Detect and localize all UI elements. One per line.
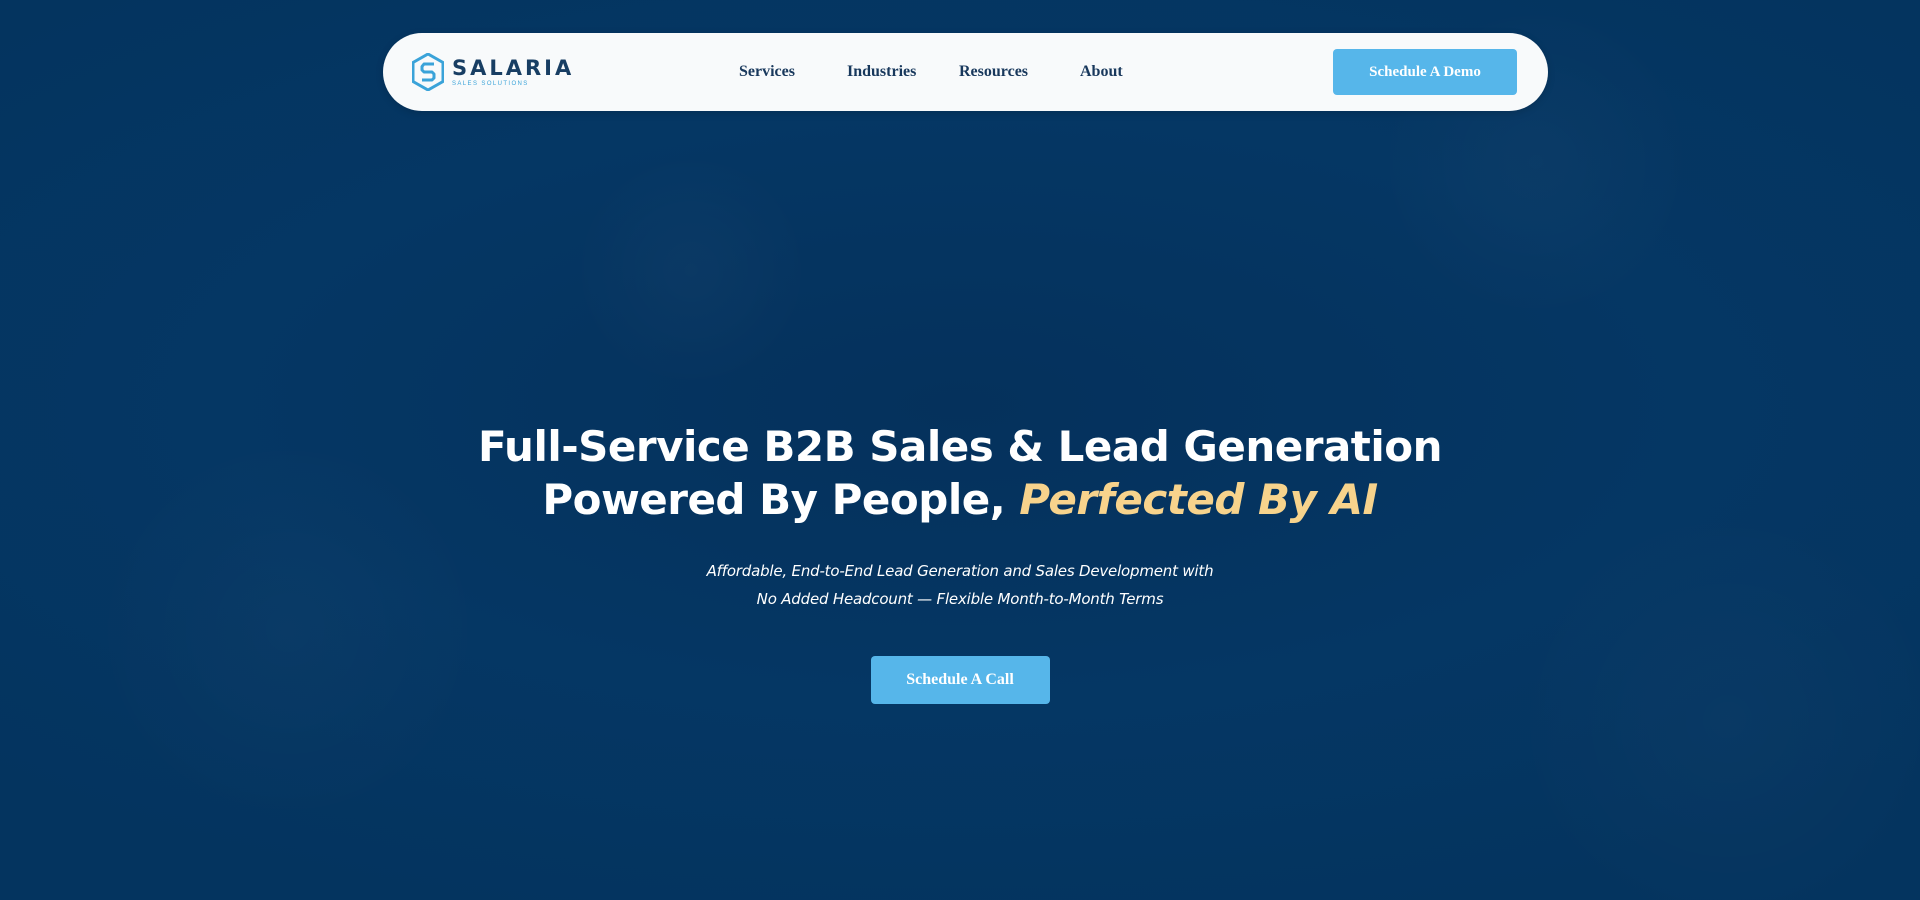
hero-subtitle: Affordable, End-to-End Lead Generation a… [0,557,1920,613]
nav-link-resources[interactable]: Resources [959,63,1028,81]
hero-title-line-1: Full-Service B2B Sales & Lead Generation [477,422,1443,471]
nav-link-industries[interactable]: Industries [847,63,916,81]
hero-subtitle-line-2: No Added Headcount — Flexible Month-to-M… [756,590,1164,608]
nav-link-services[interactable]: Services [739,63,795,81]
nav-link-about[interactable]: About [1080,63,1123,81]
hero-title-accent: Perfected By AI [1019,475,1378,524]
top-navbar: SALARIA SALES SOLUTIONS Services Industr… [383,33,1548,111]
schedule-demo-button[interactable]: Schedule A Demo [1333,49,1517,95]
hero-subtitle-line-1: Affordable, End-to-End Lead Generation a… [706,562,1214,580]
schedule-call-button[interactable]: Schedule A Call [870,656,1050,704]
hero-title-line-2: Powered By People, [542,475,1020,524]
hero-title: Full-Service B2B Sales & Lead Generation… [0,420,1920,526]
hero-section: Full-Service B2B Sales & Lead Generation… [0,420,1920,704]
